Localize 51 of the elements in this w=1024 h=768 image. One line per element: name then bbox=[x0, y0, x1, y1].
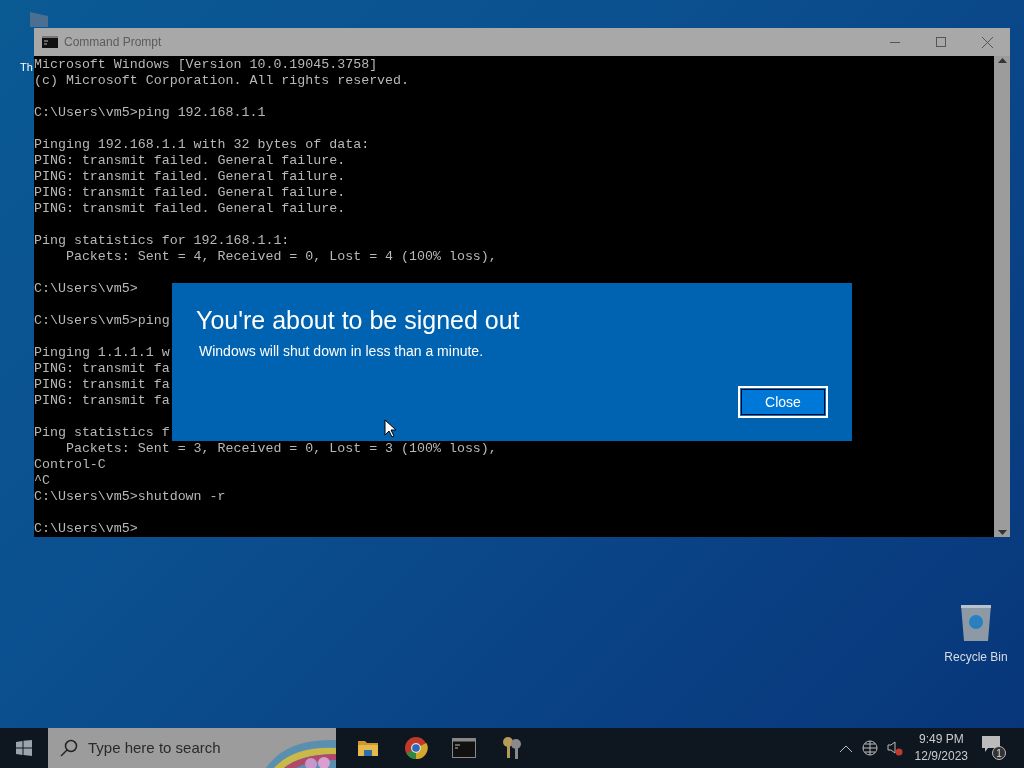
browser-icon[interactable] bbox=[404, 736, 428, 760]
clock-date[interactable]: 12/9/2023 bbox=[914, 748, 968, 765]
scroll-up-icon[interactable] bbox=[997, 58, 1007, 63]
maximize-icon bbox=[936, 37, 946, 47]
windows-icon bbox=[16, 740, 32, 756]
recycle-bin-icon[interactable] bbox=[958, 602, 994, 642]
search-icon bbox=[60, 739, 78, 757]
terminal-icon bbox=[42, 36, 58, 48]
console-line: Ping statistics for 192.168.1.1: bbox=[34, 233, 290, 249]
chevron-up-icon[interactable] bbox=[839, 744, 852, 752]
search-placeholder: Type here to search bbox=[88, 737, 221, 758]
close-icon bbox=[981, 36, 993, 48]
clock-time[interactable]: 9:49 PM bbox=[918, 731, 964, 748]
console-line: ^C bbox=[34, 473, 50, 489]
search-field[interactable]: Type here to search bbox=[48, 728, 336, 768]
terminal-icon[interactable] bbox=[452, 738, 476, 758]
folder-icon[interactable] bbox=[357, 739, 379, 757]
console-line: (c) Microsoft Corporation. All rights reserved. bbox=[34, 73, 410, 89]
console-line: PING: transmit failed. General failure. bbox=[34, 185, 346, 201]
console-line: PING: transmit fa bbox=[34, 377, 170, 393]
console-line: Microsoft Windows [Version 10.0.19045.3758] bbox=[34, 57, 378, 73]
console-line: PING: transmit fa bbox=[34, 361, 170, 377]
cursor-icon bbox=[384, 419, 396, 438]
console-line: PING: transmit failed. General failure. bbox=[34, 201, 346, 217]
console-line: PING: transmit fa bbox=[34, 393, 170, 409]
console-line: Packets: Sent = 4, Received = 0, Lost = 4 (100% loss), bbox=[64, 249, 497, 265]
console-line: Ping statistics f bbox=[34, 425, 170, 441]
minimize-icon bbox=[890, 41, 900, 43]
console-line: Pinging 192.168.1.1 with 32 bytes of data: bbox=[34, 137, 370, 153]
console-line: C:\Users\vm5>ping bbox=[34, 313, 170, 329]
console-line: C:\Users\vm5>shutdown -r bbox=[34, 489, 226, 505]
close-dialog-button[interactable]: Close bbox=[738, 386, 828, 418]
console-line: C:\Users\vm5> bbox=[34, 521, 138, 537]
console-line: PING: transmit failed. General failure. bbox=[34, 153, 346, 169]
console-line: C:\Users\vm5> bbox=[34, 281, 138, 297]
console-line: Packets: Sent = 3, Received = 0, Lost = 3 (100% loss), bbox=[64, 441, 497, 457]
console-line: Control-C bbox=[34, 457, 106, 473]
notification-count: 1 bbox=[992, 746, 1006, 760]
console-line: PING: transmit failed. General failure. bbox=[34, 169, 346, 185]
scrollbar[interactable] bbox=[994, 56, 1010, 537]
desktop-icon-label[interactable]: Th bbox=[20, 62, 33, 73]
dialog-title: You're about to be signed out bbox=[196, 305, 520, 335]
desktop-icon-label[interactable]: Recycle Bin bbox=[944, 648, 1008, 666]
globe-icon[interactable] bbox=[861, 739, 879, 757]
speaker-muted-icon[interactable] bbox=[886, 740, 903, 756]
window-title: Command Prompt bbox=[64, 34, 162, 51]
scroll-down-icon[interactable] bbox=[997, 530, 1007, 535]
keys-icon[interactable] bbox=[501, 736, 523, 760]
dialog-message: Windows will shut down in less than a minute. bbox=[199, 342, 484, 361]
console-line: C:\Users\vm5>ping 192.168.1.1 bbox=[34, 105, 266, 121]
console-line: Pinging 1.1.1.1 w bbox=[34, 345, 170, 361]
